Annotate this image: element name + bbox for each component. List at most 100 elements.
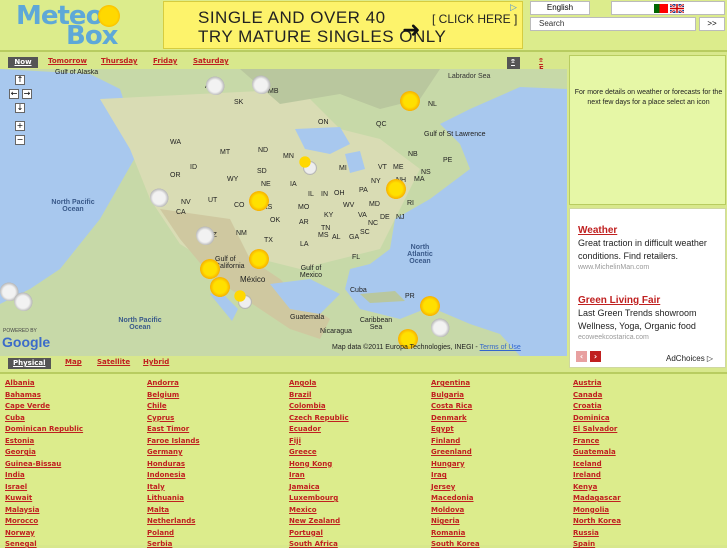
country-link[interactable]: Poland bbox=[147, 529, 174, 537]
country-link[interactable]: Mexico bbox=[289, 506, 317, 514]
tab-friday[interactable]: Friday bbox=[153, 57, 177, 68]
country-link[interactable]: Czech Republic bbox=[289, 414, 349, 422]
meteobox-logo[interactable]: Meteo Box bbox=[16, 1, 126, 51]
search-button[interactable]: >> bbox=[699, 17, 725, 31]
tab-now[interactable]: Now bbox=[8, 57, 38, 68]
country-link[interactable]: Chile bbox=[147, 402, 167, 410]
pan-down-button[interactable]: ↓ bbox=[15, 103, 25, 113]
maptype-hybrid[interactable]: Hybrid bbox=[143, 358, 169, 366]
country-link[interactable]: Madagascar bbox=[573, 494, 621, 502]
country-link[interactable]: Dominica bbox=[573, 414, 610, 422]
country-link[interactable]: Mongolia bbox=[573, 506, 609, 514]
sunny-weather-icon[interactable] bbox=[200, 259, 220, 279]
language-select[interactable]: English bbox=[530, 1, 590, 15]
country-link[interactable]: Andorra bbox=[147, 379, 179, 387]
country-link[interactable]: Cyprus bbox=[147, 414, 174, 422]
country-link[interactable]: France bbox=[573, 437, 599, 445]
maptype-satellite[interactable]: Satellite bbox=[97, 358, 130, 366]
country-link[interactable]: Macedonia bbox=[431, 494, 474, 502]
country-link[interactable]: Spain bbox=[573, 540, 595, 548]
country-link[interactable]: Ireland bbox=[573, 471, 601, 479]
sunny-weather-icon[interactable] bbox=[420, 296, 440, 316]
cloudy-weather-icon[interactable] bbox=[150, 187, 170, 207]
country-link[interactable]: Bahamas bbox=[5, 391, 41, 399]
country-link[interactable]: Hungary bbox=[431, 460, 465, 468]
country-link[interactable]: New Zealand bbox=[289, 517, 340, 525]
pan-left-button[interactable]: ← bbox=[9, 89, 19, 99]
country-link[interactable]: Egypt bbox=[431, 425, 454, 433]
google-logo[interactable]: Google bbox=[2, 334, 50, 350]
pan-right-button[interactable]: → bbox=[22, 89, 32, 99]
cloudy-weather-icon[interactable] bbox=[431, 317, 451, 337]
terms-of-use-link[interactable]: Terms of Use bbox=[480, 344, 521, 351]
sunny-weather-icon[interactable] bbox=[249, 191, 269, 211]
country-link[interactable]: Romania bbox=[431, 529, 465, 537]
country-link[interactable]: Israel bbox=[5, 483, 27, 491]
country-link[interactable]: Portugal bbox=[289, 529, 323, 537]
country-link[interactable]: Kuwait bbox=[5, 494, 32, 502]
banner-cta[interactable]: [ CLICK HERE ] bbox=[432, 12, 517, 26]
country-link[interactable]: Bulgaria bbox=[431, 391, 464, 399]
partly-cloudy-weather-icon[interactable] bbox=[233, 289, 253, 309]
country-link[interactable]: Luxembourg bbox=[289, 494, 338, 502]
country-link[interactable]: Ecuador bbox=[289, 425, 321, 433]
country-link[interactable]: Fiji bbox=[289, 437, 301, 445]
country-link[interactable]: Nigeria bbox=[431, 517, 460, 525]
country-link[interactable]: Hong Kong bbox=[289, 460, 332, 468]
maptype-map[interactable]: Map bbox=[65, 358, 82, 366]
country-link[interactable]: Netherlands bbox=[147, 517, 195, 525]
country-link[interactable]: North Korea bbox=[573, 517, 621, 525]
ad-body-weather[interactable]: Great traction in difficult weather cond… bbox=[578, 237, 724, 263]
adchoices-link[interactable]: AdChoices ▷ bbox=[666, 354, 713, 363]
ad-body-green-living[interactable]: Last Green Trends showroom Wellness, Yog… bbox=[578, 307, 724, 333]
country-link[interactable]: Kenya bbox=[573, 483, 597, 491]
country-link[interactable]: South Korea bbox=[431, 540, 480, 548]
maptype-physical[interactable]: Physical bbox=[8, 358, 51, 369]
country-link[interactable]: Italy bbox=[147, 483, 165, 491]
country-link[interactable]: Brazil bbox=[289, 391, 311, 399]
tab-tomorrow[interactable]: Tomorrow bbox=[48, 57, 87, 68]
country-link[interactable]: Faroe Islands bbox=[147, 437, 200, 445]
banner-ad[interactable]: SINGLE AND OVER 40 TRY MATURE SINGLES ON… bbox=[163, 1, 523, 49]
portugal-flag-icon[interactable] bbox=[654, 4, 668, 13]
country-link[interactable]: Cuba bbox=[5, 414, 25, 422]
country-link[interactable]: Cape Verde bbox=[5, 402, 50, 410]
sunny-weather-icon[interactable] bbox=[210, 277, 230, 297]
country-link[interactable]: Denmark bbox=[431, 414, 467, 422]
country-link[interactable]: Albania bbox=[5, 379, 35, 387]
country-link[interactable]: Malta bbox=[147, 506, 169, 514]
country-link[interactable]: Malaysia bbox=[5, 506, 39, 514]
country-link[interactable]: Serbia bbox=[147, 540, 172, 548]
country-link[interactable]: Canada bbox=[573, 391, 602, 399]
adchoices-icon[interactable]: ▷ bbox=[510, 3, 522, 15]
country-link[interactable]: Indonesia bbox=[147, 471, 185, 479]
zoom-out-button[interactable]: − bbox=[15, 135, 25, 145]
cloudy-weather-icon[interactable] bbox=[252, 74, 272, 94]
country-link[interactable]: Germany bbox=[147, 448, 183, 456]
ad-next-button[interactable]: › bbox=[590, 351, 601, 362]
country-link[interactable]: Colombia bbox=[289, 402, 326, 410]
country-link[interactable]: Austria bbox=[573, 379, 602, 387]
country-link[interactable]: Lithuania bbox=[147, 494, 184, 502]
country-link[interactable]: Iraq bbox=[431, 471, 447, 479]
pan-up-button[interactable]: ↑ bbox=[15, 75, 25, 85]
country-link[interactable]: Iceland bbox=[573, 460, 602, 468]
country-link[interactable]: Guinea-Bissau bbox=[5, 460, 61, 468]
country-link[interactable]: Croatia bbox=[573, 402, 602, 410]
country-link[interactable]: Jersey bbox=[431, 483, 455, 491]
country-link[interactable]: Belgium bbox=[147, 391, 179, 399]
ad-url-weather[interactable]: www.MichelinMan.com bbox=[578, 264, 649, 271]
ad-title-weather[interactable]: Weather bbox=[578, 225, 617, 236]
country-link[interactable]: El Salvador bbox=[573, 425, 617, 433]
country-link[interactable]: Iran bbox=[289, 471, 305, 479]
tab-thursday[interactable]: Thursday bbox=[101, 57, 137, 68]
search-input[interactable]: Search bbox=[530, 17, 696, 31]
cloudy-weather-icon[interactable] bbox=[196, 225, 216, 245]
country-link[interactable]: Jamaica bbox=[289, 483, 320, 491]
country-link[interactable]: Estonia bbox=[5, 437, 34, 445]
country-link[interactable]: India bbox=[5, 471, 25, 479]
country-link[interactable]: Senegal bbox=[5, 540, 37, 548]
country-link[interactable]: Moldova bbox=[431, 506, 464, 514]
country-link[interactable]: Dominican Republic bbox=[5, 425, 83, 433]
weather-map[interactable]: ↑ ← → ↓ + − Gulf of Alaska AB SK MB ON Q… bbox=[0, 69, 567, 356]
